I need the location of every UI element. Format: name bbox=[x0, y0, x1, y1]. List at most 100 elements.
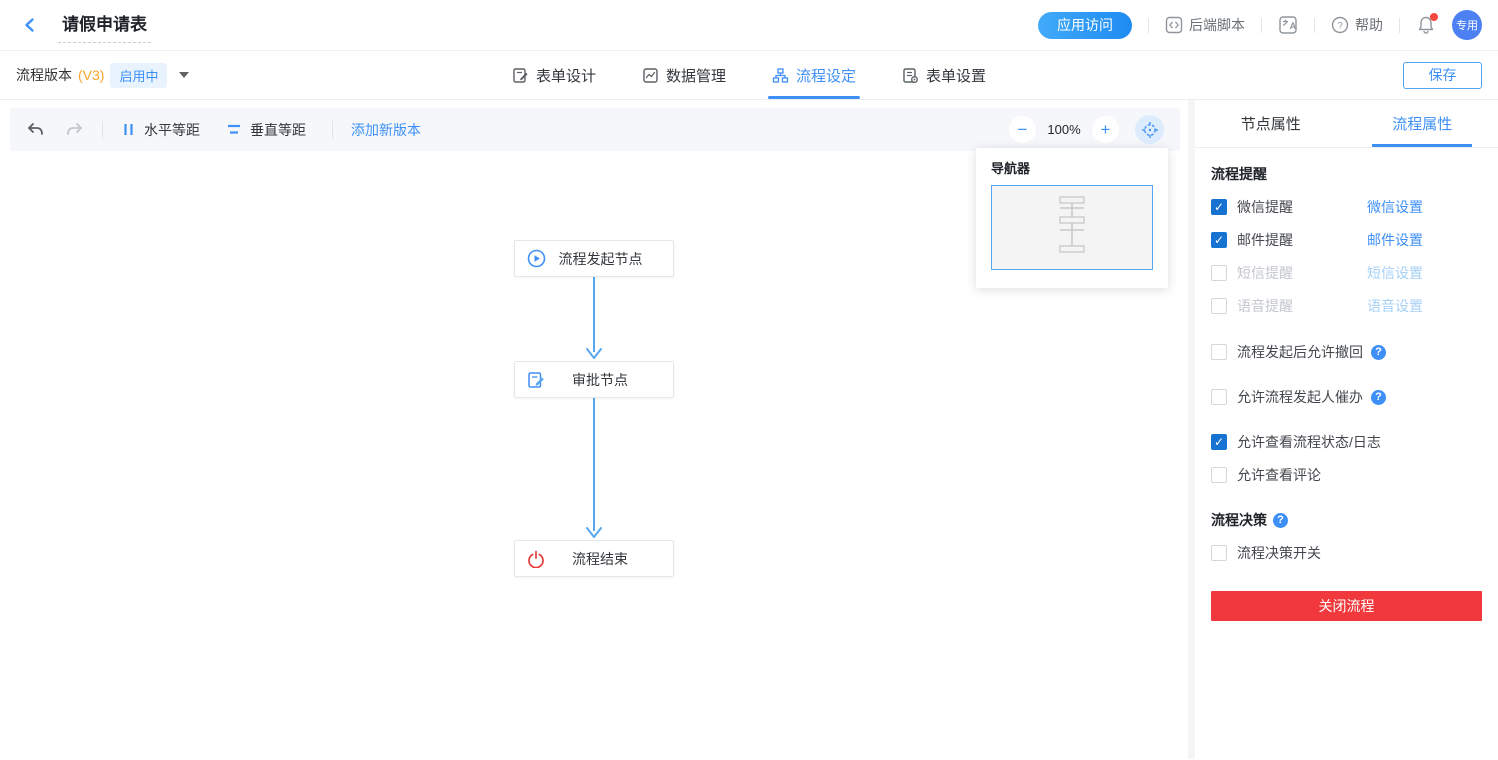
power-icon bbox=[527, 550, 545, 568]
option-row-view-status: 允许查看流程状态/日志 bbox=[1211, 432, 1482, 452]
question-circle-icon: ? bbox=[1331, 16, 1349, 34]
main-tabs: 表单设计 数据管理 流程设定 bbox=[512, 51, 986, 99]
divider bbox=[1314, 18, 1315, 33]
help-icon[interactable]: ? bbox=[1371, 345, 1386, 360]
flow-node-end[interactable]: 流程结束 bbox=[514, 540, 674, 577]
vertical-spacing-button[interactable]: 垂直等距 bbox=[226, 120, 306, 140]
properties-panel: 节点属性 流程属性 流程提醒 微信提醒 微信设置 邮件提醒 邮件设置 短信提醒 … bbox=[1195, 100, 1498, 759]
option-label: 允许流程发起人催办 bbox=[1237, 387, 1363, 407]
save-button[interactable]: 保存 bbox=[1403, 62, 1482, 89]
reminder-section-title: 流程提醒 bbox=[1211, 164, 1482, 184]
version-number: (V3) bbox=[78, 67, 104, 83]
backend-script-button[interactable]: 后端脚本 bbox=[1165, 15, 1245, 35]
zoom-out-button[interactable]: − bbox=[1009, 116, 1036, 143]
divider bbox=[1148, 18, 1149, 33]
help-icon[interactable]: ? bbox=[1371, 390, 1386, 405]
tab-flow-properties[interactable]: 流程属性 bbox=[1347, 100, 1498, 147]
horizontal-spacing-button[interactable]: 水平等距 bbox=[121, 120, 200, 140]
translate-icon: A bbox=[1278, 15, 1298, 35]
option-row-view-comments: 允许查看评论 bbox=[1211, 465, 1482, 485]
tab-flow-settings[interactable]: 流程设定 bbox=[772, 51, 856, 99]
status-badge: 启用中 bbox=[110, 63, 167, 88]
email-reminder-checkbox[interactable] bbox=[1211, 232, 1227, 248]
reminder-label: 语音提醒 bbox=[1237, 296, 1367, 316]
redo-button[interactable] bbox=[65, 121, 84, 138]
svg-text:A: A bbox=[1290, 21, 1297, 32]
play-circle-icon bbox=[527, 249, 546, 268]
view-status-checkbox[interactable] bbox=[1211, 434, 1227, 450]
top-header: 请假申请表 应用访问 后端脚本 A ? bbox=[0, 0, 1498, 51]
wechat-reminder-checkbox[interactable] bbox=[1211, 199, 1227, 215]
email-settings-link[interactable]: 邮件设置 bbox=[1367, 230, 1423, 250]
reminder-row-sms: 短信提醒 短信设置 bbox=[1211, 263, 1482, 283]
svg-text:?: ? bbox=[1338, 20, 1343, 31]
vertical-spacing-icon bbox=[226, 122, 242, 137]
allow-withdraw-checkbox[interactable] bbox=[1211, 344, 1227, 360]
flow-node-approval[interactable]: 审批节点 bbox=[514, 361, 674, 398]
add-version-button[interactable]: 添加新版本 bbox=[351, 120, 421, 140]
navigator-title: 导航器 bbox=[991, 158, 1153, 177]
node-label: 审批节点 bbox=[545, 370, 673, 390]
tab-label: 流程设定 bbox=[796, 65, 856, 86]
tab-node-properties[interactable]: 节点属性 bbox=[1195, 100, 1347, 147]
reminder-label: 邮件提醒 bbox=[1237, 230, 1367, 250]
zoom-level: 100% bbox=[1046, 122, 1082, 137]
back-button[interactable] bbox=[16, 11, 44, 39]
minimap-graph bbox=[992, 186, 1152, 269]
tab-label: 表单设计 bbox=[536, 65, 596, 86]
help-icon[interactable]: ? bbox=[1273, 513, 1288, 528]
flow-canvas[interactable]: 水平等距 垂直等距 添加新版本 − 100% + bbox=[0, 100, 1188, 759]
decision-section-title: 流程决策 ? bbox=[1211, 510, 1482, 530]
fit-view-button[interactable] bbox=[1135, 115, 1164, 144]
reminder-row-email: 邮件提醒 邮件设置 bbox=[1211, 230, 1482, 250]
avatar[interactable]: 专用 bbox=[1452, 10, 1482, 40]
undo-icon bbox=[26, 121, 45, 138]
page-title[interactable]: 请假申请表 bbox=[58, 8, 151, 43]
view-comments-checkbox[interactable] bbox=[1211, 467, 1227, 483]
sms-reminder-checkbox[interactable] bbox=[1211, 265, 1227, 281]
reminder-label: 短信提醒 bbox=[1237, 263, 1367, 283]
edit-document-icon bbox=[527, 371, 545, 389]
form-design-icon bbox=[512, 67, 529, 84]
version-label: 流程版本 bbox=[16, 65, 72, 85]
decision-section-label: 流程决策 bbox=[1211, 510, 1267, 530]
help-label: 帮助 bbox=[1355, 15, 1383, 35]
flow-node-start[interactable]: 流程发起节点 bbox=[514, 240, 674, 277]
undo-button[interactable] bbox=[26, 121, 45, 138]
redo-icon bbox=[65, 121, 84, 138]
voice-reminder-checkbox[interactable] bbox=[1211, 298, 1227, 314]
sms-settings-link[interactable]: 短信设置 bbox=[1367, 263, 1423, 283]
app-access-button[interactable]: 应用访问 bbox=[1038, 12, 1132, 39]
form-settings-icon bbox=[902, 67, 919, 84]
horizontal-spacing-icon bbox=[121, 122, 136, 137]
navigator-panel: 导航器 bbox=[976, 148, 1168, 288]
version-dropdown-caret[interactable] bbox=[179, 72, 189, 78]
translate-button[interactable]: A bbox=[1278, 15, 1298, 35]
version-tabs-bar: 流程版本 (V3) 启用中 表单设计 数据管理 bbox=[0, 51, 1498, 100]
tab-form-design[interactable]: 表单设计 bbox=[512, 51, 596, 99]
reminder-row-voice: 语音提醒 语音设置 bbox=[1211, 296, 1482, 316]
reminder-label: 微信提醒 bbox=[1237, 197, 1367, 217]
divider bbox=[102, 121, 103, 139]
help-button[interactable]: ? 帮助 bbox=[1331, 15, 1383, 35]
node-label: 流程发起节点 bbox=[546, 249, 673, 269]
divider bbox=[1399, 18, 1400, 33]
decision-switch-checkbox[interactable] bbox=[1211, 545, 1227, 561]
notifications-button[interactable] bbox=[1416, 15, 1436, 35]
close-flow-button[interactable]: 关闭流程 bbox=[1211, 591, 1482, 621]
option-row-allow-withdraw: 流程发起后允许撤回 ? bbox=[1211, 342, 1482, 362]
wechat-settings-link[interactable]: 微信设置 bbox=[1367, 197, 1423, 217]
zoom-in-button[interactable]: + bbox=[1092, 116, 1119, 143]
allow-urge-checkbox[interactable] bbox=[1211, 389, 1227, 405]
node-label: 流程结束 bbox=[545, 549, 673, 569]
tab-data-management[interactable]: 数据管理 bbox=[642, 51, 726, 99]
voice-settings-link[interactable]: 语音设置 bbox=[1367, 296, 1423, 316]
navigator-minimap[interactable] bbox=[991, 185, 1153, 270]
code-icon bbox=[1165, 16, 1183, 34]
option-label: 流程决策开关 bbox=[1237, 543, 1321, 563]
option-row-allow-urge: 允许流程发起人催办 ? bbox=[1211, 387, 1482, 407]
notification-dot bbox=[1430, 13, 1438, 21]
back-chevron-icon bbox=[22, 17, 38, 33]
option-label: 允许查看评论 bbox=[1237, 465, 1321, 485]
tab-form-settings[interactable]: 表单设置 bbox=[902, 51, 986, 99]
